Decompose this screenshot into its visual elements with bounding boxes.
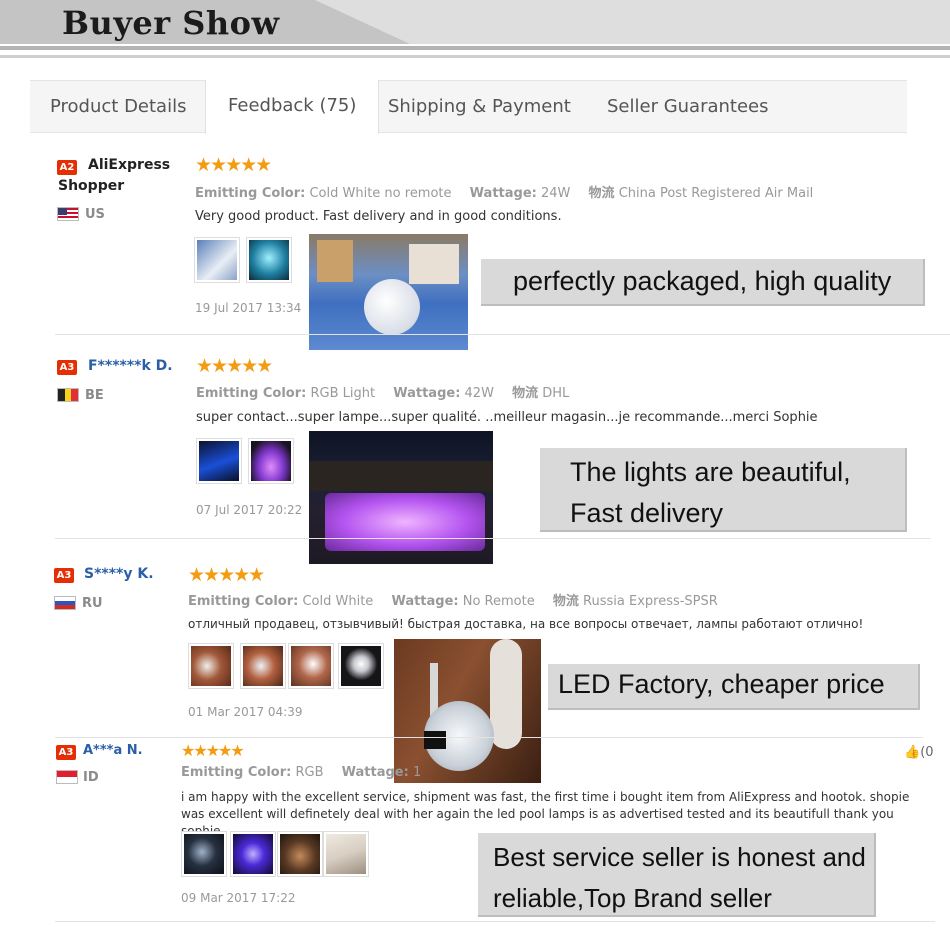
helpful-count: (0 bbox=[920, 745, 934, 760]
wattage-label: Wattage: bbox=[393, 386, 461, 401]
review-comment: Very good product. Fast delivery and in … bbox=[195, 209, 562, 224]
logistics-label: 物流 bbox=[512, 386, 539, 401]
emitting-color-value: RGB Light bbox=[310, 386, 376, 401]
banner-divider bbox=[0, 55, 950, 58]
promo-callout-text: reliable,Top Brand seller bbox=[493, 883, 772, 913]
buyer-name[interactable]: S****y K. bbox=[84, 566, 154, 582]
emitting-color-label: Emitting Color: bbox=[196, 386, 307, 401]
buyer-country: ID bbox=[83, 770, 99, 785]
review-photo-thumbnail[interactable] bbox=[323, 831, 369, 877]
promo-callout-text: Best service seller is honest and bbox=[493, 842, 866, 872]
star-rating: ★★★★★ bbox=[196, 355, 273, 377]
review-divider bbox=[55, 921, 935, 922]
review-photo-large bbox=[394, 639, 541, 783]
promo-callout: LED Factory, cheaper price bbox=[548, 664, 920, 710]
promo-callout: perfectly packaged, high quality bbox=[481, 259, 925, 306]
wattage-label: Wattage: bbox=[469, 186, 537, 201]
review-photo-thumbnail[interactable] bbox=[248, 438, 294, 484]
order-attributes: Emitting Color: Cold White Wattage: No R… bbox=[188, 590, 718, 609]
review-comment: отличный продавец, отзывчивый! быстрая д… bbox=[188, 617, 864, 631]
tab-product-details[interactable]: Product Details bbox=[50, 81, 186, 133]
logistics-label: 物流 bbox=[588, 186, 615, 201]
review-date: 09 Mar 2017 17:22 bbox=[181, 891, 296, 905]
tab-feedback[interactable]: Feedback (75) bbox=[205, 80, 380, 134]
review-photo-thumbnail[interactable] bbox=[230, 831, 276, 877]
review-comment: super contact...super lampe...super qual… bbox=[196, 410, 818, 425]
logistics-value: Russia Express-SPSR bbox=[583, 594, 718, 609]
promo-callout-text: perfectly packaged, high quality bbox=[513, 266, 892, 296]
tab-seller-guarantees[interactable]: Seller Guarantees bbox=[607, 81, 769, 133]
buyer-name[interactable]: AliExpress Shopper bbox=[58, 155, 183, 197]
flag-be-icon bbox=[57, 388, 79, 402]
review-photo-thumbnail[interactable] bbox=[194, 237, 240, 283]
promo-callout-text: The lights are beautiful, bbox=[570, 457, 851, 487]
review-photo-thumbnail[interactable] bbox=[196, 438, 242, 484]
buyer-country: BE bbox=[85, 388, 104, 403]
promo-callout: Best service seller is honest and reliab… bbox=[478, 833, 876, 917]
review-divider bbox=[55, 737, 923, 738]
order-attributes: Emitting Color: RGB Wattage: 1 bbox=[181, 765, 421, 780]
review-photo-large bbox=[309, 431, 493, 564]
wattage-value: 1 bbox=[412, 765, 422, 780]
flag-us-icon bbox=[57, 207, 79, 221]
wattage-value: No Remote bbox=[462, 594, 535, 609]
review-photo-thumbnail[interactable] bbox=[240, 643, 286, 689]
banner-divider bbox=[0, 46, 950, 50]
emitting-color-value: RGB bbox=[295, 765, 324, 780]
review-photo-thumbnail[interactable] bbox=[288, 643, 334, 689]
review-photo-thumbnail[interactable] bbox=[246, 237, 292, 283]
emitting-color-value: Cold White no remote bbox=[309, 186, 452, 201]
buyer-country: RU bbox=[82, 596, 103, 611]
thumbs-up-icon[interactable]: 👍 bbox=[904, 745, 920, 760]
logistics-value: DHL bbox=[542, 386, 570, 401]
banner-title: Buyer Show bbox=[62, 4, 280, 42]
review-date: 07 Jul 2017 20:22 bbox=[196, 503, 303, 517]
emitting-color-value: Cold White bbox=[302, 594, 374, 609]
review-photo-large bbox=[309, 234, 468, 350]
wattage-label: Wattage: bbox=[341, 765, 409, 780]
review-photo-thumbnail[interactable] bbox=[188, 643, 234, 689]
wattage-value: 24W bbox=[540, 186, 571, 201]
feedback-tab-bar: Product Details Feedback (75) Shipping &… bbox=[30, 80, 907, 134]
star-rating: ★★★★★ bbox=[181, 741, 245, 760]
order-attributes: Emitting Color: Cold White no remote Wat… bbox=[195, 182, 813, 201]
emitting-color-label: Emitting Color: bbox=[195, 186, 306, 201]
helpful-vote[interactable]: 👍(0 bbox=[904, 745, 934, 760]
buyer-level-badge: A3 bbox=[54, 568, 74, 583]
buyer-level-badge: A3 bbox=[56, 745, 76, 760]
review-divider bbox=[55, 538, 931, 539]
review-divider bbox=[55, 334, 950, 335]
promo-callout-text: LED Factory, cheaper price bbox=[558, 669, 885, 699]
promo-callout: The lights are beautiful, Fast delivery bbox=[540, 448, 907, 532]
review-photo-thumbnail[interactable] bbox=[181, 831, 227, 877]
emitting-color-label: Emitting Color: bbox=[188, 594, 299, 609]
review-date: 01 Mar 2017 04:39 bbox=[188, 705, 303, 719]
wattage-value: 42W bbox=[464, 386, 494, 401]
review-photo-thumbnail[interactable] bbox=[277, 831, 323, 877]
buyer-show-banner: Buyer Show bbox=[0, 0, 950, 60]
buyer-country: US bbox=[85, 207, 105, 222]
wattage-label: Wattage: bbox=[391, 594, 459, 609]
buyer-level-badge: A3 bbox=[57, 360, 77, 375]
buyer-name[interactable]: F******k D. bbox=[88, 358, 173, 374]
emitting-color-label: Emitting Color: bbox=[181, 765, 292, 780]
order-attributes: Emitting Color: RGB Light Wattage: 42W 物… bbox=[196, 382, 569, 401]
flag-ru-icon bbox=[54, 596, 76, 610]
buyer-name[interactable]: A***a N. bbox=[83, 743, 143, 758]
star-rating: ★★★★★ bbox=[188, 564, 265, 586]
flag-id-icon bbox=[56, 770, 78, 784]
review-date: 19 Jul 2017 13:34 bbox=[195, 301, 302, 315]
review-photo-thumbnail[interactable] bbox=[338, 643, 384, 689]
tab-shipping-payment[interactable]: Shipping & Payment bbox=[388, 81, 571, 133]
logistics-value: China Post Registered Air Mail bbox=[618, 186, 814, 201]
promo-callout-text: Fast delivery bbox=[570, 498, 724, 528]
star-rating: ★★★★★ bbox=[195, 154, 272, 176]
logistics-label: 物流 bbox=[552, 594, 579, 609]
